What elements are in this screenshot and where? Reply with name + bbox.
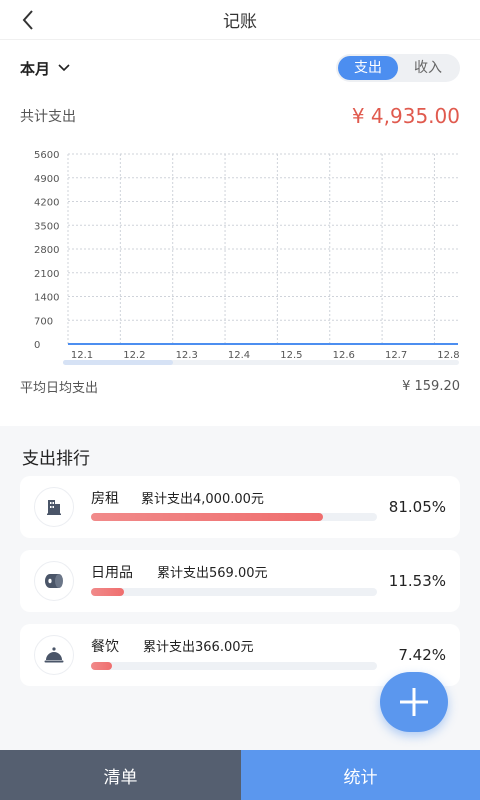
progress-track bbox=[91, 513, 377, 521]
ranking-item-total: 累计支出366.00元 bbox=[143, 640, 254, 655]
x-tick-label: 12.2 bbox=[123, 350, 145, 361]
expense-chart: 0 700 1400 2100 2800 3500 4200 4900 5600 12.1 12.2… bbox=[20, 136, 460, 366]
add-record-button[interactable] bbox=[380, 672, 448, 732]
x-tick-label: 12.1 bbox=[71, 350, 93, 361]
income-tab[interactable]: 收入 bbox=[398, 56, 458, 80]
type-toggle: 支出 收入 bbox=[336, 54, 460, 82]
total-label: 共计支出 bbox=[20, 109, 76, 125]
cloche-icon bbox=[34, 635, 74, 675]
chart-svg: 0 700 1400 2100 2800 3500 4200 4900 5600 12.1 12.2… bbox=[34, 150, 460, 365]
y-tick-label: 2800 bbox=[34, 245, 59, 256]
tab-stats[interactable]: 统计 bbox=[241, 750, 480, 800]
ranking-item-rent[interactable]: 房租 累计支出4,000.00元 81.05% bbox=[20, 476, 460, 538]
nav-bar: 记账 bbox=[0, 0, 480, 40]
progress-track bbox=[91, 662, 377, 670]
back-arrow-icon[interactable] bbox=[18, 6, 42, 34]
progress-fill bbox=[91, 513, 323, 521]
ranking-item-total: 累计支出4,000.00元 bbox=[141, 492, 264, 507]
ranking-item-percent: 81.05% bbox=[388, 498, 446, 516]
page-title: 记账 bbox=[223, 12, 257, 32]
ranking-title: 支出排行 bbox=[22, 449, 90, 469]
y-tick-label: 0 bbox=[34, 340, 40, 351]
progress-track bbox=[91, 588, 377, 596]
ranking-item-name: 房租 bbox=[91, 491, 119, 507]
ranking-item-percent: 11.53% bbox=[388, 572, 446, 590]
y-tick-label: 2100 bbox=[34, 269, 59, 280]
x-tick-label: 12.3 bbox=[176, 350, 198, 361]
y-tick-label: 4900 bbox=[34, 174, 59, 185]
toilet-paper-icon bbox=[34, 561, 74, 601]
tab-list[interactable]: 清单 bbox=[0, 750, 241, 800]
x-tick-label: 12.5 bbox=[280, 350, 302, 361]
y-tick-label: 5600 bbox=[34, 150, 59, 161]
scrollbar-thumb bbox=[63, 360, 173, 365]
period-label: 本月 bbox=[20, 59, 51, 78]
avg-amount: ¥ 159.20 bbox=[402, 378, 460, 394]
ranking-item-name: 日用品 bbox=[91, 565, 133, 581]
x-tick-label: 12.4 bbox=[228, 350, 250, 361]
x-tick-label: 12.7 bbox=[385, 350, 407, 361]
y-tick-label: 700 bbox=[34, 316, 53, 327]
chevron-down-icon bbox=[58, 64, 70, 72]
x-tick-label: 12.8 bbox=[437, 350, 459, 361]
avg-label: 平均日均支出 bbox=[20, 380, 99, 396]
plus-icon bbox=[400, 688, 428, 716]
summary-section: 本月 支出 收入 共计支出 ¥ 4,935.00 0 700 1400 2100 280… bbox=[0, 40, 480, 406]
ranking-item-total: 累计支出569.00元 bbox=[157, 566, 268, 581]
ranking-item-percent: 7.42% bbox=[398, 646, 446, 664]
bottom-tab-bar: 清单 统计 bbox=[0, 750, 480, 800]
ranking-item-daily-goods[interactable]: 日用品 累计支出569.00元 11.53% bbox=[20, 550, 460, 612]
ranking-item-name: 餐饮 bbox=[91, 639, 119, 655]
x-tick-label: 12.6 bbox=[333, 350, 355, 361]
y-tick-label: 1400 bbox=[34, 293, 59, 304]
period-selector[interactable]: 本月 bbox=[20, 58, 70, 79]
building-icon bbox=[34, 487, 74, 527]
progress-fill bbox=[91, 662, 113, 670]
y-tick-label: 4200 bbox=[34, 198, 59, 209]
y-tick-label: 3500 bbox=[34, 221, 59, 232]
progress-fill bbox=[91, 588, 124, 596]
expense-tab[interactable]: 支出 bbox=[338, 56, 398, 80]
total-amount: ¥ 4,935.00 bbox=[351, 104, 460, 128]
